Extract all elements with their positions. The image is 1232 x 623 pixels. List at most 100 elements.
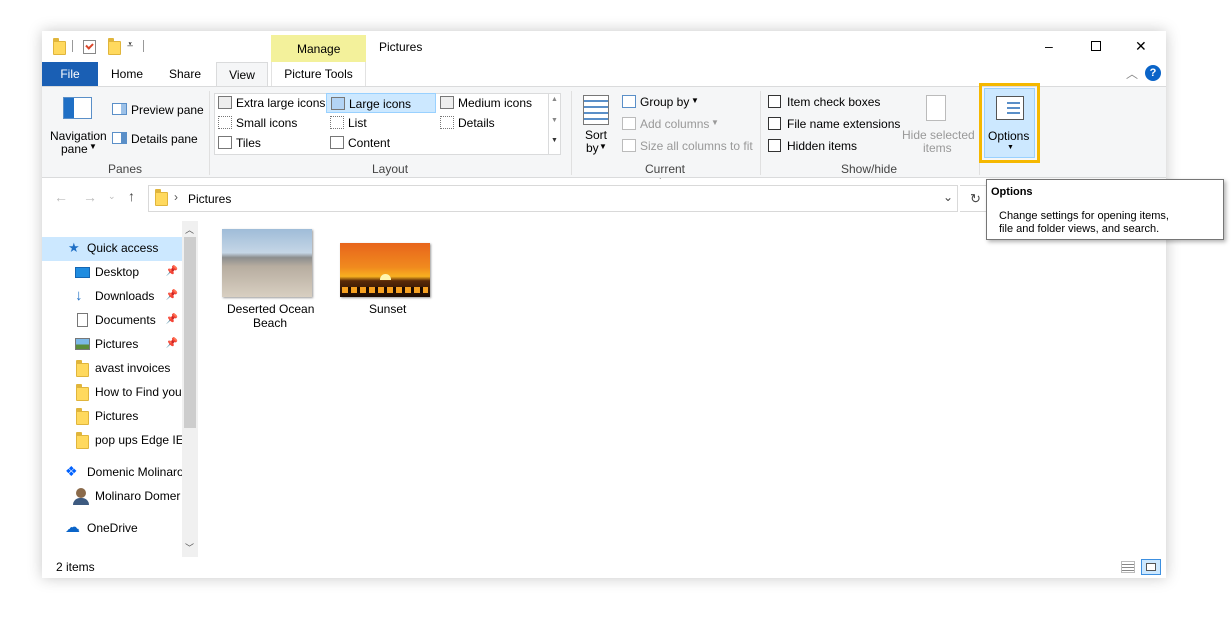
new-folder-icon[interactable] — [108, 38, 121, 55]
sort-by-button[interactable]: Sort by ▼ — [580, 93, 614, 157]
preview-pane-button[interactable]: Preview pane — [110, 100, 204, 120]
large-icons-view-icon[interactable] — [1141, 559, 1161, 575]
recent-locations-icon[interactable]: ⌄ — [108, 191, 116, 202]
navigation-pane-label: Navigation — [50, 129, 107, 143]
layout-details[interactable]: Details — [436, 113, 548, 133]
close-button[interactable]: ✕ — [1135, 38, 1147, 55]
title-bar: ⩡ Manage Pictures – ✕ — [42, 31, 1166, 62]
chevron-down-icon: ▼ — [599, 142, 607, 151]
folder-icon — [155, 189, 168, 206]
layout-content[interactable]: Content — [326, 133, 436, 153]
pin-icon[interactable]: 📌 — [166, 290, 178, 301]
customize-qat-icon[interactable]: ⩡ — [127, 39, 133, 52]
file-item[interactable]: Deserted Ocean Beach — [218, 227, 318, 331]
options-label: Options — [988, 129, 1030, 143]
pin-icon[interactable]: 📌 — [166, 314, 178, 325]
tab-picture-tools[interactable]: Picture Tools — [271, 62, 366, 86]
scroll-down-icon[interactable]: ﹀ — [185, 541, 194, 554]
checkbox[interactable] — [768, 117, 781, 130]
details-pane-label: Details pane — [131, 132, 198, 146]
hidden-items-label: Hidden items — [787, 139, 858, 153]
small-icons-label: Small icons — [236, 116, 298, 130]
pin-icon[interactable]: 📌 — [166, 338, 178, 349]
add-columns-button[interactable]: Add columns ▼ — [620, 115, 720, 133]
nav-item-documents[interactable]: Documents 📌 — [42, 309, 182, 333]
options-button[interactable]: Options ▼ — [984, 88, 1035, 158]
nav-user[interactable]: Molinaro Domer — [42, 485, 182, 509]
tab-share[interactable]: Share — [160, 62, 210, 86]
nav-quick-access[interactable]: ★ Quick access — [42, 237, 182, 261]
panes-group-label: Panes — [108, 162, 143, 176]
more-icon[interactable]: ▼ — [551, 137, 558, 144]
layout-medium-icons[interactable]: Medium icons — [436, 93, 548, 113]
nav-item-pictures[interactable]: Pictures 📌 — [42, 333, 182, 357]
details-pane-icon — [112, 132, 127, 144]
nav-onedrive-label: OneDrive — [87, 521, 138, 535]
nav-item-label: pop ups Edge IE — [95, 433, 182, 447]
navigation-pane-button[interactable]: Navigation pane ▼ — [48, 91, 108, 157]
ribbon-collapse-icon[interactable]: ︿ — [1126, 65, 1138, 82]
tab-file[interactable]: File — [42, 62, 98, 86]
hide-selected-items-button[interactable]: Hide selected items — [900, 93, 975, 157]
scroll-up-icon[interactable]: ︿ — [185, 223, 194, 236]
sort-by-label: Sort — [585, 128, 608, 142]
scroll-down-icon[interactable]: ▼ — [551, 117, 558, 124]
cloud-icon: ☁ — [65, 519, 80, 536]
list-label: List — [348, 116, 367, 130]
scroll-up-icon[interactable]: ▲ — [551, 96, 558, 103]
tab-view[interactable]: View — [216, 62, 268, 86]
up-arrow-icon[interactable]: ↑ — [128, 188, 135, 204]
nav-dropbox[interactable]: ❖ Domenic Molinaro — [42, 461, 182, 485]
layout-tiles[interactable]: Tiles — [214, 133, 324, 153]
nav-item-desktop[interactable]: Desktop 📌 — [42, 261, 182, 285]
folder-icon — [76, 432, 89, 449]
layout-scrollbar[interactable]: ▲ ▼ ▼ — [548, 93, 561, 155]
layout-small-icons[interactable]: Small icons — [214, 113, 324, 133]
nav-item-folder[interactable]: How to Find you — [42, 381, 182, 405]
pin-icon[interactable]: 📌 — [166, 266, 178, 277]
maximize-button[interactable] — [1091, 41, 1101, 51]
item-check-boxes-toggle[interactable]: Item check boxes — [766, 93, 886, 111]
manage-contextual-tab[interactable]: Manage — [271, 35, 366, 62]
help-icon[interactable]: ? — [1145, 65, 1161, 81]
checkbox[interactable] — [768, 139, 781, 152]
group-by-button[interactable]: Group by ▼ — [620, 93, 704, 111]
layout-large-icons[interactable]: Large icons — [326, 93, 436, 113]
large-icons-label: Large icons — [349, 97, 412, 111]
nav-item-label: avast invoices — [95, 361, 171, 375]
tab-home[interactable]: Home — [102, 62, 152, 86]
details-pane-button[interactable]: Details pane — [110, 129, 202, 149]
forward-arrow-icon[interactable]: → — [83, 189, 97, 205]
nav-item-folder[interactable]: pop ups Edge IE — [42, 429, 182, 453]
nav-item-folder[interactable]: Pictures — [42, 405, 182, 429]
chevron-down-icon: ▼ — [1007, 144, 1014, 151]
address-dropdown-icon[interactable]: ⌄ — [943, 190, 953, 204]
checkbox[interactable] — [768, 95, 781, 108]
layout-list[interactable]: List — [326, 113, 436, 133]
status-bar: 2 items — [42, 557, 1166, 578]
size-columns-button[interactable]: Size all columns to fit — [620, 137, 755, 155]
medium-icons-label: Medium icons — [458, 96, 533, 110]
layout-extra-large-icons[interactable]: Extra large icons — [214, 93, 325, 113]
tab-file-label: File — [60, 67, 80, 81]
nav-item-folder[interactable]: avast invoices — [42, 357, 182, 381]
address-bar[interactable]: › Pictures ⌄ — [148, 185, 958, 212]
file-name-extensions-toggle[interactable]: File name extensions — [766, 115, 901, 133]
properties-icon[interactable] — [83, 40, 96, 54]
back-arrow-icon[interactable]: ← — [54, 189, 68, 205]
nav-item-label: How to Find you — [95, 385, 182, 399]
tab-share-label: Share — [168, 67, 202, 81]
nav-item-downloads[interactable]: ↓ Downloads 📌 — [42, 285, 182, 309]
hidden-items-toggle[interactable]: Hidden items — [766, 137, 876, 155]
details-view-icon[interactable] — [1121, 561, 1135, 573]
folder-icon — [53, 38, 66, 55]
add-columns-icon — [622, 117, 636, 130]
item-check-boxes-label: Item check boxes — [787, 95, 881, 109]
folder-icon — [76, 360, 89, 377]
nav-scrollbar[interactable]: ︿ ﹀ — [182, 221, 198, 557]
minimize-button[interactable]: – — [1045, 38, 1053, 54]
file-item[interactable]: Sunset — [336, 227, 436, 317]
user-body-icon — [73, 498, 89, 505]
nav-onedrive[interactable]: ☁ OneDrive — [42, 517, 182, 541]
scroll-thumb[interactable] — [184, 237, 196, 428]
